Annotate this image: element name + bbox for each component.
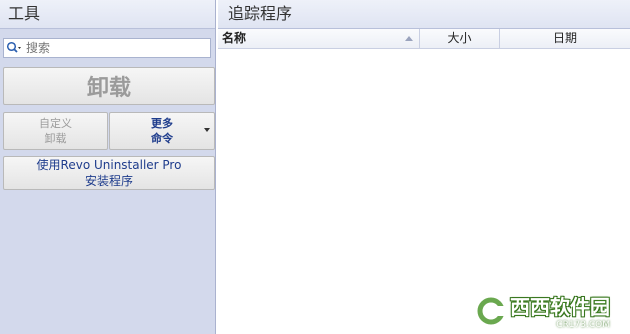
- list-column-header: 名称 大小 日期: [218, 29, 630, 49]
- install-with-pro-line2: 安装程序: [84, 174, 133, 188]
- more-commands-line2: 命令: [151, 132, 173, 145]
- tracked-programs-panel: 追踪程序 名称 大小 日期 西西软件园 CR173.COM: [218, 0, 630, 334]
- custom-uninstall-line1: 自定义: [39, 117, 72, 130]
- tools-panel-title: 工具: [0, 0, 215, 29]
- custom-uninstall-button[interactable]: 自定义 卸载: [3, 112, 108, 150]
- search-input[interactable]: [24, 40, 198, 56]
- search-icon[interactable]: [4, 39, 24, 57]
- tracked-programs-title: 追踪程序: [218, 0, 630, 29]
- tools-panel: 工具 卸载 自定义 卸载 更多 命令 使用Revo Uninstaller Pr…: [0, 0, 216, 334]
- uninstall-button[interactable]: 卸载: [3, 67, 215, 105]
- chevron-down-icon: [204, 128, 210, 132]
- custom-uninstall-line2: 卸载: [44, 132, 67, 145]
- watermark-text: 西西软件园: [510, 295, 610, 319]
- watermark-c-icon: [477, 297, 505, 324]
- column-header-name-label: 名称: [222, 31, 247, 45]
- install-with-pro-button[interactable]: 使用Revo Uninstaller Pro 安装程序: [3, 156, 215, 190]
- sort-ascending-icon: [405, 36, 413, 41]
- install-with-pro-line1: 使用Revo Uninstaller Pro: [36, 158, 182, 172]
- watermark-subtext: CR173.COM: [556, 320, 610, 330]
- column-header-date[interactable]: 日期: [500, 29, 630, 48]
- more-commands-button[interactable]: 更多 命令: [109, 112, 215, 150]
- search-box[interactable]: [3, 38, 211, 58]
- column-header-name[interactable]: 名称: [218, 29, 420, 48]
- watermark-logo: 西西软件园 CR173.COM: [476, 291, 610, 330]
- more-commands-line1: 更多: [151, 117, 173, 130]
- column-header-size[interactable]: 大小: [420, 29, 500, 48]
